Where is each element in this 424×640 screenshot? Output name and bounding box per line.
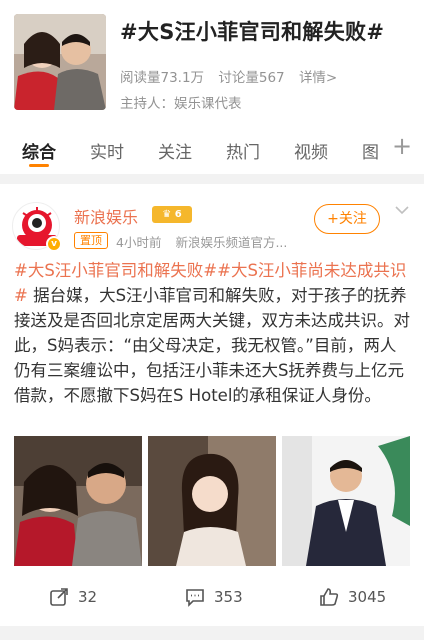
topic-cover-image[interactable] (14, 14, 106, 110)
photo-grid (14, 436, 410, 566)
tab-video[interactable]: 视频 (294, 138, 328, 163)
tab-images[interactable]: 图 (362, 138, 379, 163)
like-icon (320, 588, 339, 606)
repost-button[interactable]: 32 (48, 586, 97, 608)
tab-comprehensive[interactable]: 综合 (22, 138, 56, 163)
active-tab-indicator (29, 164, 49, 167)
avatar[interactable]: v (12, 202, 62, 252)
verified-icon: v (46, 236, 62, 252)
tab-realtime[interactable]: 实时 (90, 138, 124, 163)
photo-3[interactable] (282, 436, 410, 566)
section-divider (0, 174, 424, 184)
photo-1[interactable] (14, 436, 142, 566)
like-count: 3045 (348, 588, 387, 606)
share-icon (50, 588, 68, 606)
post-header: v 新浪娱乐 ♛ 6 置顶 4小时前 新浪娱乐频道官方... +关注 (0, 190, 424, 252)
topic-title: #大S汪小菲官司和解失败# (120, 20, 385, 44)
post-actions: 32 353 3045 (0, 578, 424, 622)
comment-count: 353 (214, 588, 243, 606)
post-time: 4小时前 (116, 235, 162, 250)
post-text: #大S汪小菲官司和解失败##大S汪小菲尚未达成共识# 据台媒，大S汪小菲官司和解… (14, 258, 410, 408)
user-name[interactable]: 新浪娱乐 (74, 204, 138, 228)
post-body-text: 据台媒，大S汪小菲官司和解失败，对于孩子的抚养接送及是否回北京定居两大关键，双方… (14, 286, 410, 405)
topic-stats: 阅读量73.1万 讨论量567 详情> (120, 66, 347, 86)
read-count: 阅读量73.1万 (120, 70, 205, 86)
photo-2[interactable] (148, 436, 276, 566)
level-number: 6 (174, 209, 182, 220)
pinned-badge: 置顶 (74, 232, 108, 249)
details-link[interactable]: 详情> (299, 70, 337, 86)
section-divider (0, 626, 424, 640)
like-button[interactable]: 3045 (318, 586, 386, 608)
topic-host[interactable]: 主持人：娱乐课代表 (120, 92, 242, 112)
discussion-count: 讨论量567 (218, 70, 285, 86)
comment-icon (186, 589, 204, 607)
hashtag-link[interactable]: #大S汪小菲官司和解失败# (14, 261, 217, 280)
tab-hot[interactable]: 热门 (226, 138, 260, 163)
plus-icon[interactable]: + (392, 132, 412, 160)
post-source: 新浪娱乐频道官方... (175, 235, 288, 250)
user-level-badge: ♛ 6 (152, 206, 192, 223)
topic-header: #大S汪小菲官司和解失败# 阅读量73.1万 讨论量567 详情> 主持人：娱乐… (0, 0, 424, 122)
tab-bar: 综合 实时 关注 热门 视频 图 + (0, 128, 424, 172)
post-meta: 4小时前 新浪娱乐频道官方... (116, 232, 297, 251)
chevron-down-icon[interactable] (394, 200, 410, 219)
follow-button[interactable]: +关注 (314, 204, 380, 234)
comment-button[interactable]: 353 (184, 586, 243, 608)
repost-count: 32 (78, 588, 98, 606)
tab-following[interactable]: 关注 (158, 138, 192, 163)
